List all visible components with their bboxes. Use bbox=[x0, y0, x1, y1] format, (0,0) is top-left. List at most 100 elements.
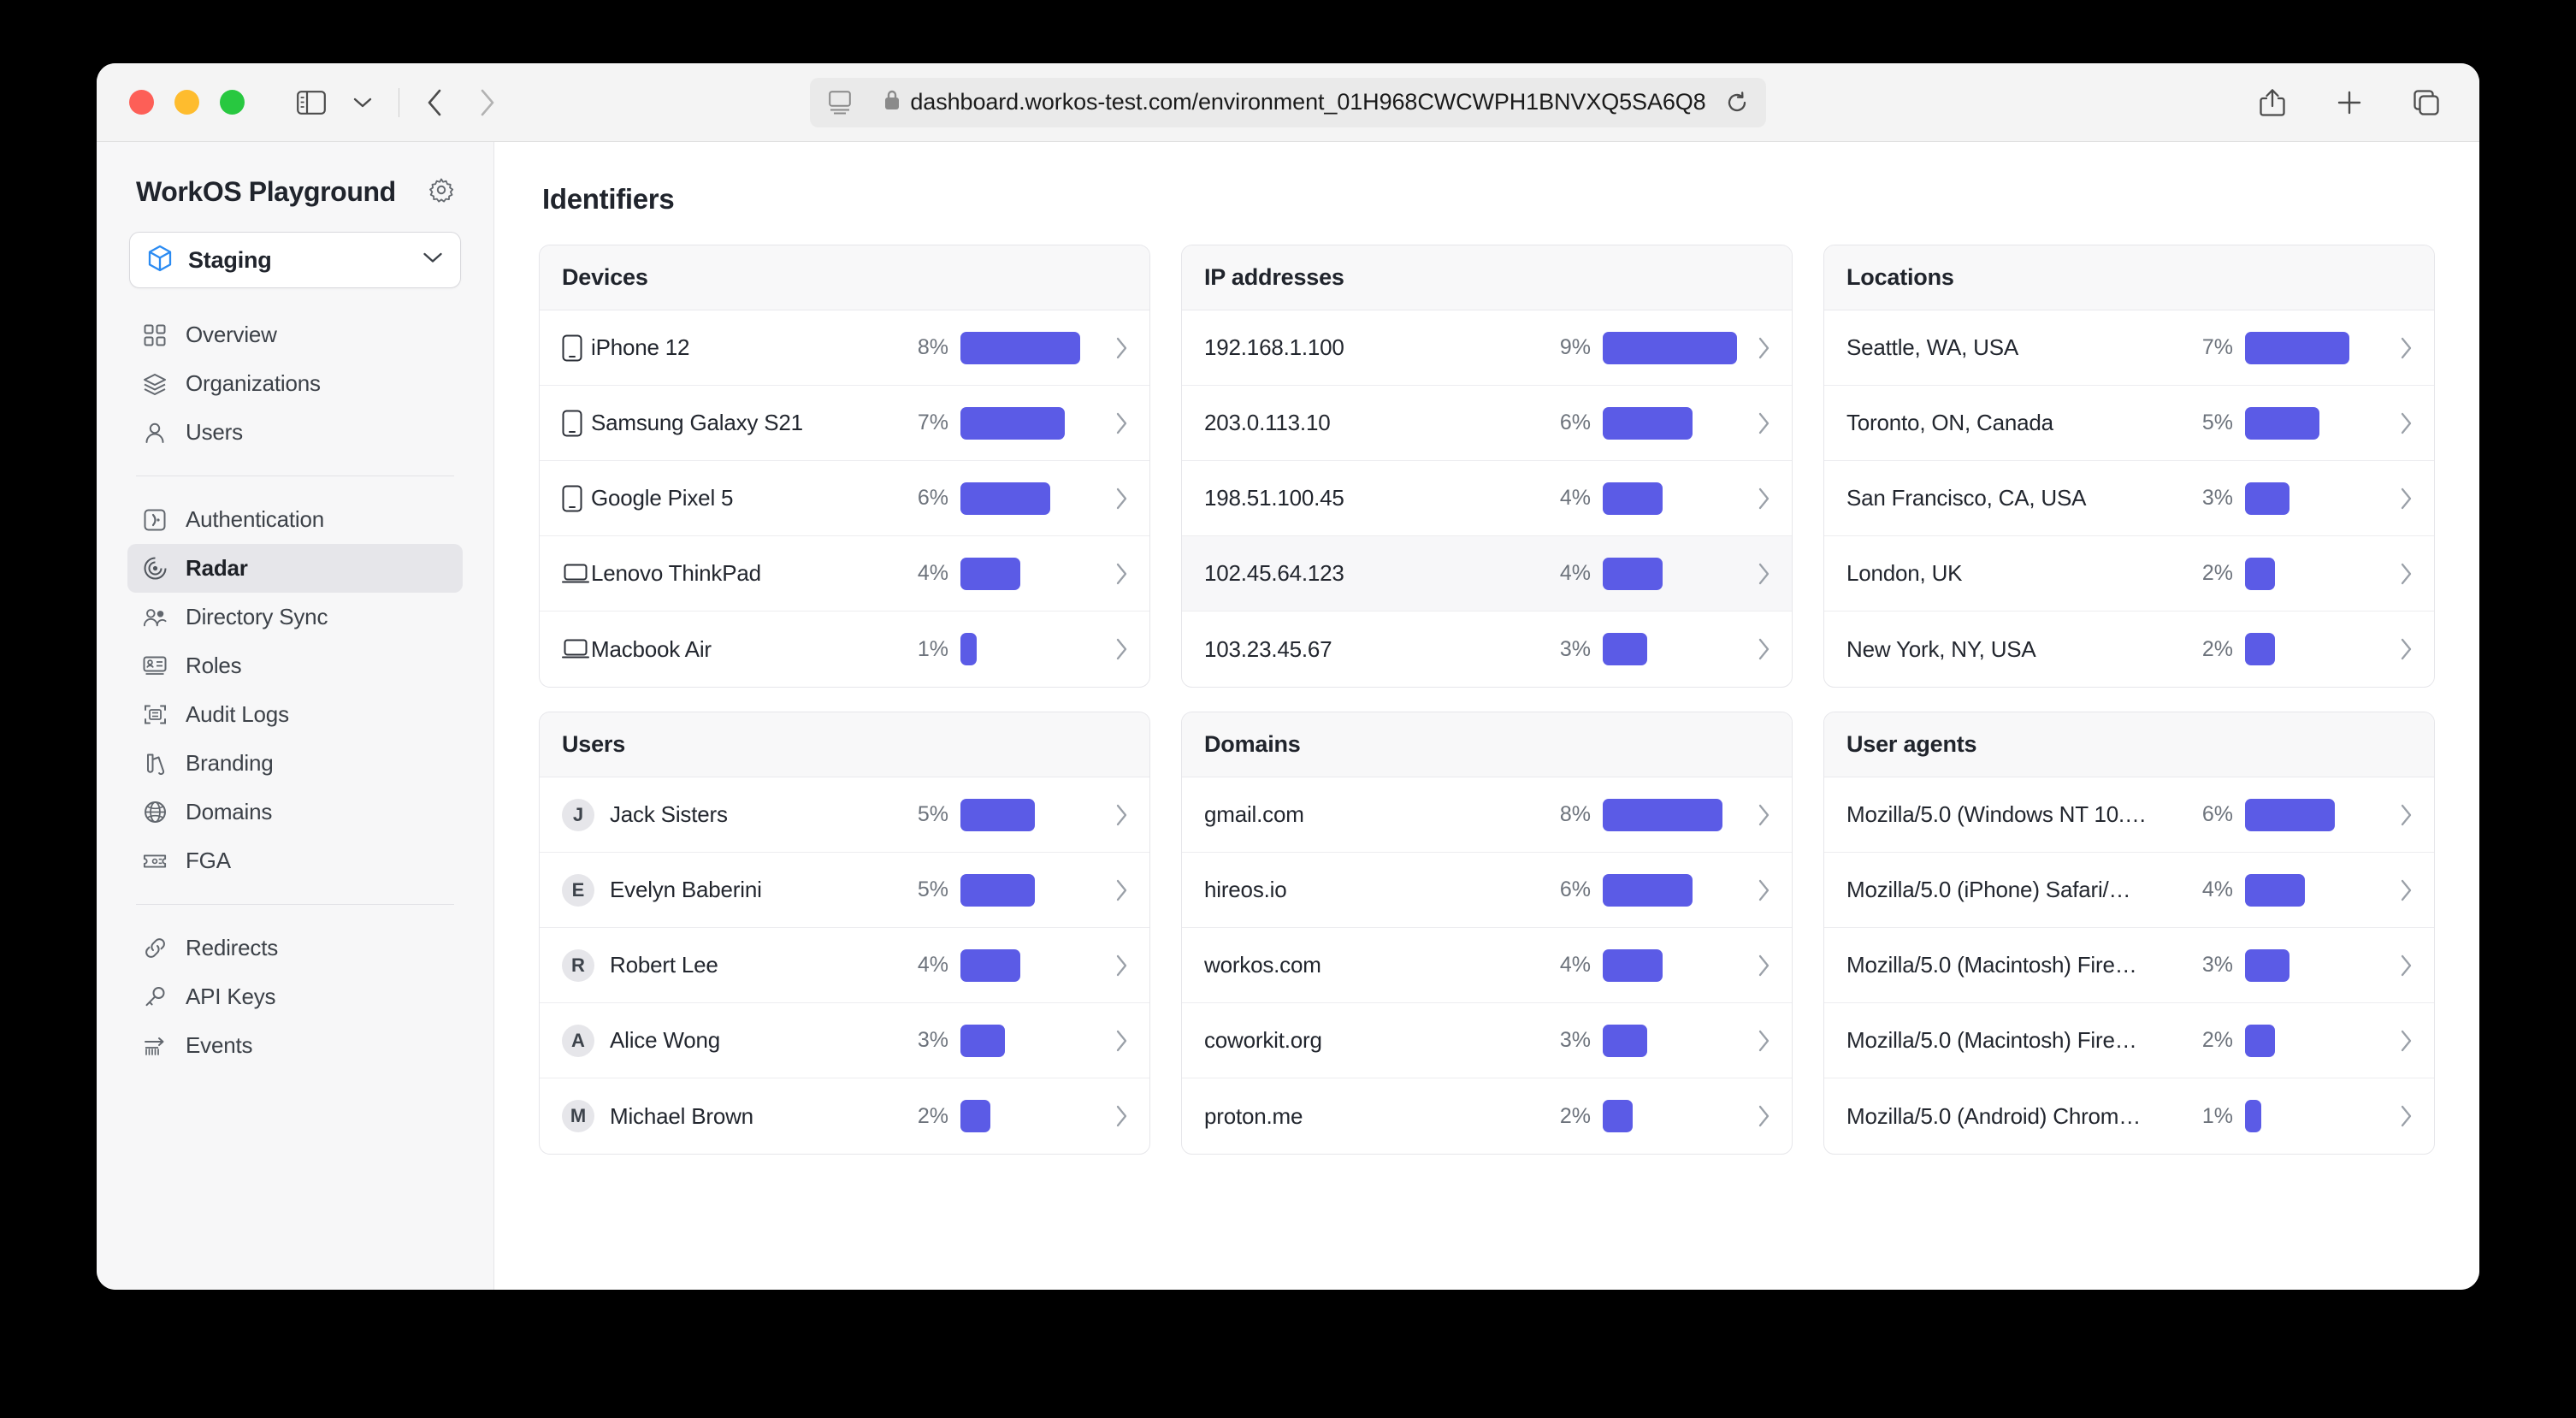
sidebar-item-overview[interactable]: Overview bbox=[127, 310, 463, 359]
table-row[interactable]: Seattle, WA, USA 7% bbox=[1824, 310, 2434, 386]
table-row[interactable]: Macbook Air 1% bbox=[540, 612, 1149, 687]
chevron-right-icon[interactable] bbox=[1095, 954, 1129, 978]
chevron-right-icon[interactable] bbox=[1095, 803, 1129, 827]
chevron-right-icon[interactable] bbox=[1095, 336, 1129, 360]
chevron-right-icon[interactable] bbox=[1737, 562, 1771, 586]
table-row[interactable]: Mozilla/5.0 (iPhone) Safari/… 4% bbox=[1824, 853, 2434, 928]
sidebar-toggle-button[interactable] bbox=[287, 79, 335, 127]
minimize-window-button[interactable] bbox=[174, 90, 199, 115]
table-row[interactable]: New York, NY, USA 2% bbox=[1824, 612, 2434, 687]
row-bar-track bbox=[1603, 1100, 1737, 1132]
table-row[interactable]: London, UK 2% bbox=[1824, 536, 2434, 612]
table-row[interactable]: M Michael Brown 2% bbox=[540, 1078, 1149, 1154]
chevron-right-icon[interactable] bbox=[2379, 411, 2414, 435]
tab-overview-button[interactable] bbox=[2402, 79, 2450, 127]
sidebar-item-domains[interactable]: Domains bbox=[127, 788, 463, 836]
table-row[interactable]: 103.23.45.67 3% bbox=[1182, 612, 1792, 687]
chevron-right-icon[interactable] bbox=[1737, 954, 1771, 978]
table-row[interactable]: Mozilla/5.0 (Macintosh) Fire… 2% bbox=[1824, 1003, 2434, 1078]
share-button[interactable] bbox=[2248, 79, 2296, 127]
table-row[interactable]: 102.45.64.123 4% bbox=[1182, 536, 1792, 612]
table-row[interactable]: Mozilla/5.0 (Macintosh) Fire… 3% bbox=[1824, 928, 2434, 1003]
reload-icon[interactable] bbox=[1725, 91, 1749, 115]
sidebar-item-label: Events bbox=[186, 1032, 253, 1058]
back-button[interactable] bbox=[411, 79, 459, 127]
table-row[interactable]: J Jack Sisters 5% bbox=[540, 777, 1149, 853]
table-row[interactable]: Lenovo ThinkPad 4% bbox=[540, 536, 1149, 612]
sidebar-item-fga[interactable]: FGA bbox=[127, 836, 463, 885]
table-row[interactable]: 203.0.113.10 6% bbox=[1182, 386, 1792, 461]
row-bar-track bbox=[2245, 873, 2379, 907]
chevron-right-icon[interactable] bbox=[2379, 878, 2414, 902]
sidebar-item-branding[interactable]: Branding bbox=[127, 739, 463, 788]
sidebar-item-label: Organizations bbox=[186, 370, 321, 396]
sidebar-item-roles[interactable]: Roles bbox=[127, 641, 463, 690]
table-row[interactable]: gmail.com 8% bbox=[1182, 777, 1792, 853]
maximize-window-button[interactable] bbox=[220, 90, 245, 115]
table-row[interactable]: Toronto, ON, Canada 5% bbox=[1824, 386, 2434, 461]
chevron-right-icon[interactable] bbox=[1737, 1029, 1771, 1053]
reader-view-icon[interactable] bbox=[829, 90, 851, 115]
sidebar-item-radar[interactable]: Radar bbox=[127, 544, 463, 593]
phone-icon bbox=[562, 485, 591, 512]
gear-icon[interactable] bbox=[428, 177, 454, 207]
table-row[interactable]: hireos.io 6% bbox=[1182, 853, 1792, 928]
chevron-right-icon[interactable] bbox=[1095, 411, 1129, 435]
sidebar-item-audit-logs[interactable]: Audit Logs bbox=[127, 690, 463, 739]
row-percent: 8% bbox=[917, 335, 948, 359]
chevron-right-icon[interactable] bbox=[1095, 878, 1129, 902]
sidebar-item-api-keys[interactable]: API Keys bbox=[127, 972, 463, 1021]
sidebar-item-directory-sync[interactable]: Directory Sync bbox=[127, 593, 463, 641]
table-row[interactable]: A Alice Wong 3% bbox=[540, 1003, 1149, 1078]
chevron-right-icon[interactable] bbox=[2379, 1029, 2414, 1053]
table-row[interactable]: proton.me 2% bbox=[1182, 1078, 1792, 1154]
chevron-right-icon[interactable] bbox=[2379, 803, 2414, 827]
table-row[interactable]: workos.com 4% bbox=[1182, 928, 1792, 1003]
chevron-right-icon[interactable] bbox=[1737, 336, 1771, 360]
table-row[interactable]: San Francisco, CA, USA 3% bbox=[1824, 461, 2434, 536]
chevron-right-icon[interactable] bbox=[1737, 637, 1771, 661]
chevron-right-icon[interactable] bbox=[2379, 954, 2414, 978]
chevron-right-icon[interactable] bbox=[1737, 878, 1771, 902]
chevron-right-icon[interactable] bbox=[1737, 1104, 1771, 1128]
row-label: London, UK bbox=[1846, 560, 1963, 586]
address-bar[interactable]: dashboard.workos-test.com/environment_01… bbox=[810, 77, 1766, 127]
sidebar-item-users[interactable]: Users bbox=[127, 408, 463, 457]
sidebar-item-events[interactable]: Events bbox=[127, 1021, 463, 1070]
table-row[interactable]: E Evelyn Baberini 5% bbox=[540, 853, 1149, 928]
identifier-card: Locations Seattle, WA, USA 7% Toronto, ON, … bbox=[1823, 245, 2435, 688]
row-label: Evelyn Baberini bbox=[610, 877, 762, 902]
chevron-right-icon[interactable] bbox=[1737, 487, 1771, 511]
table-row[interactable]: Mozilla/5.0 (Windows NT 10.… 6% bbox=[1824, 777, 2434, 853]
sidebar-item-authentication[interactable]: Authentication bbox=[127, 495, 463, 544]
close-window-button[interactable] bbox=[129, 90, 154, 115]
row-bar bbox=[960, 1024, 1005, 1057]
chevron-right-icon[interactable] bbox=[1095, 562, 1129, 586]
chevron-right-icon[interactable] bbox=[2379, 1104, 2414, 1128]
environment-selector[interactable]: Staging bbox=[129, 232, 461, 288]
chevron-right-icon[interactable] bbox=[2379, 487, 2414, 511]
table-row[interactable]: Samsung Galaxy S21 7% bbox=[540, 386, 1149, 461]
sidebar-item-redirects[interactable]: Redirects bbox=[127, 924, 463, 972]
chevron-right-icon[interactable] bbox=[1095, 1104, 1129, 1128]
table-row[interactable]: iPhone 12 8% bbox=[540, 310, 1149, 386]
chevron-right-icon[interactable] bbox=[2379, 336, 2414, 360]
chevron-right-icon[interactable] bbox=[1095, 487, 1129, 511]
row-bar-track bbox=[960, 1024, 1095, 1057]
table-row[interactable]: Mozilla/5.0 (Android) Chrom… 1% bbox=[1824, 1078, 2434, 1154]
chevron-right-icon[interactable] bbox=[2379, 562, 2414, 586]
sidebar-item-organizations[interactable]: Organizations bbox=[127, 359, 463, 408]
new-tab-button[interactable] bbox=[2325, 79, 2373, 127]
table-row[interactable]: coworkit.org 3% bbox=[1182, 1003, 1792, 1078]
table-row[interactable]: 198.51.100.45 4% bbox=[1182, 461, 1792, 536]
table-row[interactable]: Google Pixel 5 6% bbox=[540, 461, 1149, 536]
forward-button[interactable] bbox=[463, 79, 511, 127]
chevron-right-icon[interactable] bbox=[1095, 637, 1129, 661]
chevron-right-icon[interactable] bbox=[2379, 637, 2414, 661]
chevron-right-icon[interactable] bbox=[1737, 803, 1771, 827]
chevron-right-icon[interactable] bbox=[1095, 1029, 1129, 1053]
table-row[interactable]: 192.168.1.100 9% bbox=[1182, 310, 1792, 386]
table-row[interactable]: R Robert Lee 4% bbox=[540, 928, 1149, 1003]
chevron-right-icon[interactable] bbox=[1737, 411, 1771, 435]
sidebar-menu-chevron-button[interactable] bbox=[339, 79, 387, 127]
